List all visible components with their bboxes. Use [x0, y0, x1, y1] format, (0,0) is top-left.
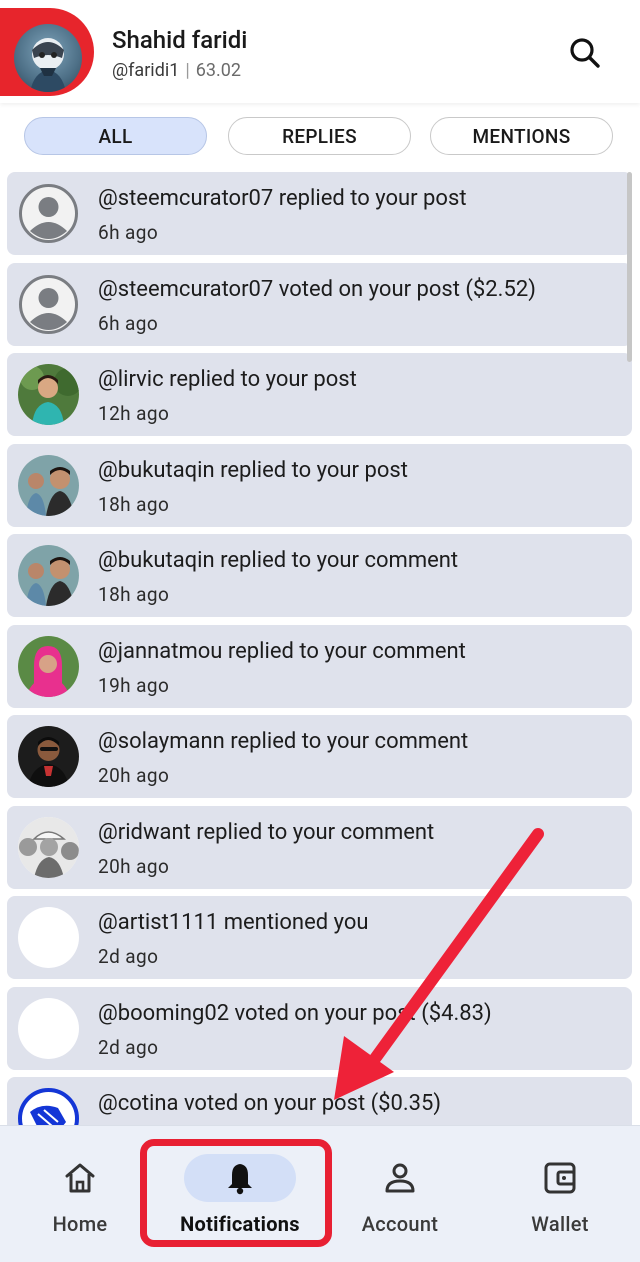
profile-name: Shahid faridi [112, 26, 248, 54]
nav-wallet[interactable]: Wallet [480, 1126, 640, 1262]
search-button[interactable] [562, 30, 608, 76]
user-avatar [18, 1088, 79, 1125]
notification-list[interactable]: @steemcurator07 replied to your post 6h … [0, 170, 640, 1125]
notification-text: @steemcurator07 replied to your post [98, 186, 467, 211]
notification-time: 6h ago [98, 312, 159, 335]
blank-avatar [18, 998, 79, 1059]
person-icon [385, 1163, 415, 1193]
blank-avatar [18, 907, 79, 968]
notification-time: 20h ago [98, 764, 170, 787]
list-scrollbar[interactable] [627, 172, 632, 362]
notification-time: 20h ago [98, 855, 170, 878]
notification-text: @artist1111 mentioned you [98, 910, 369, 935]
notification-time: 2d ago [98, 1036, 159, 1059]
reputation-score: 63.02 [195, 60, 241, 81]
notification-item[interactable]: @booming02 voted on your post ($4.83) 2d… [7, 987, 632, 1070]
notification-text: @bukutaqin replied to your comment [98, 548, 459, 573]
user-avatar [18, 364, 79, 425]
tab-mentions[interactable]: MENTIONS [430, 117, 613, 155]
notification-time: 12h ago [98, 402, 170, 425]
app-header: Shahid faridi @faridi1 | 63.02 [0, 0, 640, 103]
nav-home[interactable]: Home [0, 1126, 160, 1262]
notification-time: 18h ago [98, 493, 170, 516]
annotation-highlight-box [140, 1139, 332, 1247]
nav-account-label: Account [361, 1212, 439, 1236]
user-avatar [18, 455, 79, 516]
user-avatar [18, 817, 79, 878]
tab-all[interactable]: ALL [24, 117, 207, 155]
notification-text: @bukutaqin replied to your post [98, 458, 408, 483]
user-avatar [18, 636, 79, 697]
notification-item[interactable]: @bukutaqin replied to your comment 18h a… [7, 534, 632, 617]
notification-text: @lirvic replied to your post [98, 367, 357, 392]
user-avatar [18, 726, 79, 787]
notification-time: 2d ago [98, 945, 159, 968]
home-icon [65, 1163, 95, 1193]
default-avatar-icon [18, 274, 79, 335]
tab-replies[interactable]: REPLIES [228, 117, 411, 155]
nav-account[interactable]: Account [320, 1126, 480, 1262]
notification-item[interactable]: @cotina voted on your post ($0.35) [7, 1077, 632, 1125]
notification-item[interactable]: @jannatmou replied to your comment 19h a… [7, 625, 632, 708]
profile-avatar-highlight [0, 8, 94, 96]
notification-time: 19h ago [98, 674, 170, 697]
notification-item[interactable]: @steemcurator07 replied to your post 6h … [7, 172, 632, 255]
separator: | [185, 60, 190, 81]
notification-text: @jannatmou replied to your comment [98, 639, 466, 664]
notification-item[interactable]: @solaymann replied to your comment 20h a… [7, 715, 632, 798]
notification-item[interactable]: @steemcurator07 voted on your post ($2.5… [7, 263, 632, 346]
filter-tabs: ALL REPLIES MENTIONS [0, 117, 640, 159]
default-avatar-icon [18, 183, 79, 244]
wallet-icon [544, 1162, 576, 1194]
nav-wallet-label: Wallet [531, 1212, 589, 1236]
user-avatar [18, 545, 79, 606]
notification-item[interactable]: @artist1111 mentioned you 2d ago [7, 896, 632, 979]
profile-avatar[interactable] [14, 24, 82, 92]
search-icon [570, 38, 600, 68]
profile-subtitle: @faridi1 | 63.02 [112, 60, 241, 81]
notification-text: @cotina voted on your post ($0.35) [98, 1091, 442, 1116]
notification-item[interactable]: @ridwant replied to your comment 20h ago [7, 806, 632, 889]
notification-text: @solaymann replied to your comment [98, 729, 469, 754]
notification-time: 18h ago [98, 583, 170, 606]
profile-handle: @faridi1 [112, 60, 180, 81]
notification-item[interactable]: @bukutaqin replied to your post 18h ago [7, 444, 632, 527]
notification-text: @steemcurator07 voted on your post ($2.5… [98, 277, 536, 302]
notification-time: 6h ago [98, 221, 159, 244]
notification-text: @booming02 voted on your post ($4.83) [98, 1001, 492, 1026]
notification-item[interactable]: @lirvic replied to your post 12h ago [7, 353, 632, 436]
nav-home-label: Home [52, 1212, 108, 1236]
notification-text: @ridwant replied to your comment [98, 820, 435, 845]
